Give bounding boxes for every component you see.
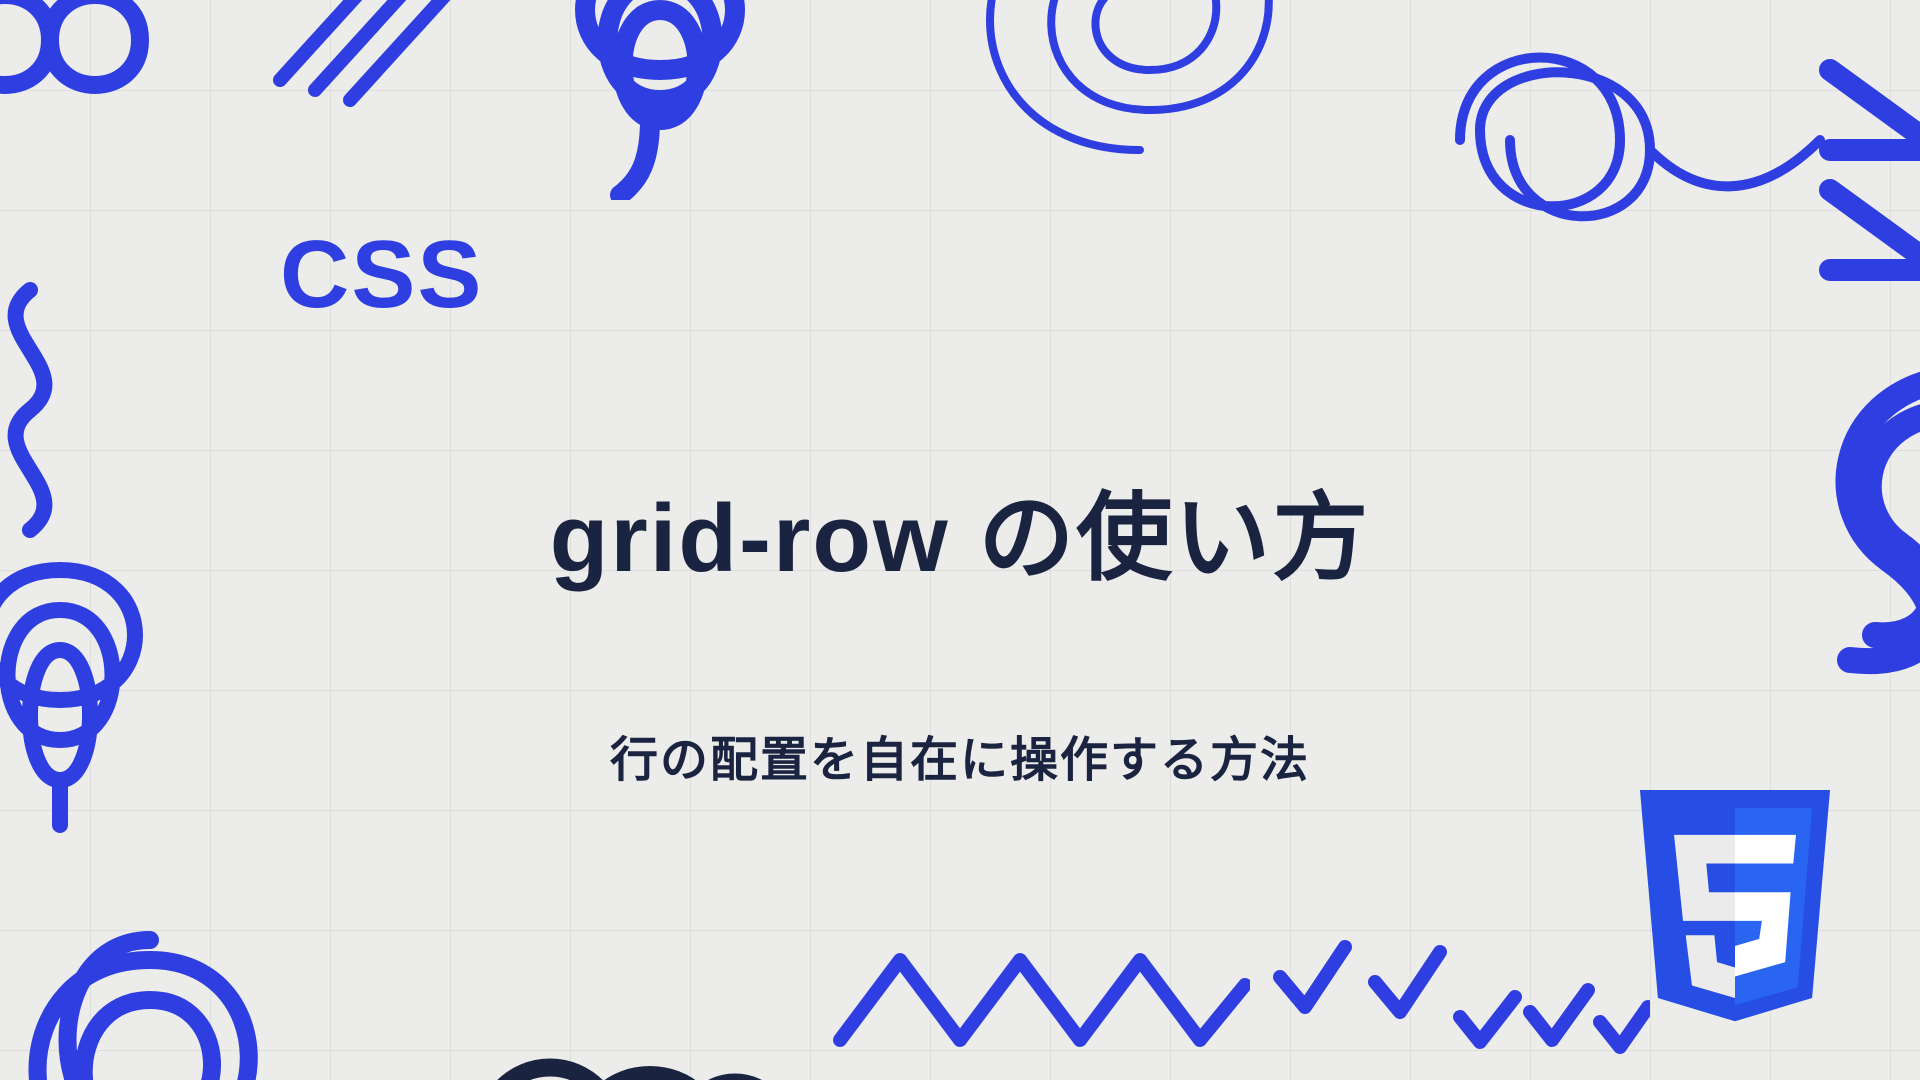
doodle-scribble-ball-icon	[500, 0, 820, 200]
doodle-black-coil-icon	[440, 950, 800, 1080]
doodle-zigzag-icon	[830, 930, 1250, 1070]
page-title: grid-row の使い方	[0, 460, 1920, 599]
doodle-hatch-icon	[260, 0, 480, 110]
doodle-arrow-icon	[1800, 40, 1920, 300]
doodle-tangle-icon	[1420, 0, 1840, 240]
category-label: CSS	[280, 220, 483, 330]
css3-badge-icon	[1620, 790, 1850, 1050]
doodle-loops-icon	[0, 0, 240, 140]
slide-content: CSS grid-row の使い方 行の配置を自在に操作する方法	[0, 0, 1920, 1080]
doodle-spiral-outline-icon	[880, 0, 1400, 170]
doodle-swirl-icon	[0, 880, 330, 1080]
page-subtitle: 行の配置を自在に操作する方法	[0, 720, 1920, 790]
doodle-checks-icon	[1270, 922, 1650, 1072]
